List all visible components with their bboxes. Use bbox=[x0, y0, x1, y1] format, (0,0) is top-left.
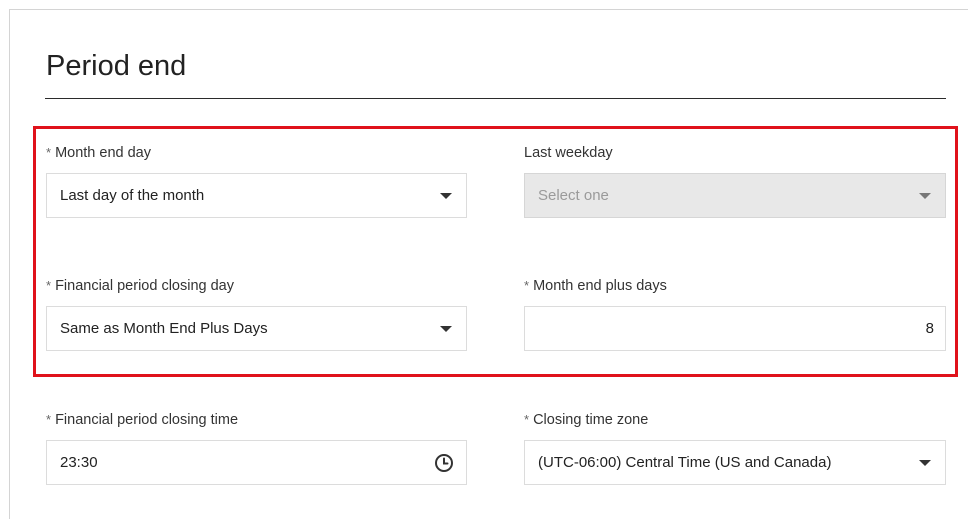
input-value: 8 bbox=[925, 320, 934, 337]
selected-value: Last day of the month bbox=[60, 187, 205, 204]
closing-day-label: * Financial period closing day bbox=[46, 278, 234, 294]
label-text: Month end day bbox=[55, 145, 151, 161]
month-end-day-label: * Month end day bbox=[46, 145, 151, 161]
required-marker: * bbox=[524, 412, 530, 427]
closing-time-label: * Financial period closing time bbox=[46, 412, 238, 428]
input-value: 23:30 bbox=[60, 454, 98, 471]
time-zone-label: * Closing time zone bbox=[524, 412, 648, 428]
required-marker: * bbox=[524, 278, 530, 293]
closing-time-input[interactable]: 23:30 bbox=[46, 440, 467, 485]
required-marker: * bbox=[46, 278, 52, 293]
page-title: Period end bbox=[46, 50, 187, 82]
title-divider bbox=[45, 98, 946, 99]
label-text: Month end plus days bbox=[533, 278, 667, 294]
closing-day-select[interactable]: Same as Month End Plus Days bbox=[46, 306, 467, 351]
chevron-down-icon[interactable] bbox=[919, 193, 931, 199]
time-zone-select[interactable]: (UTC-06:00) Central Time (US and Canada) bbox=[524, 440, 946, 485]
label-text: Financial period closing time bbox=[55, 412, 239, 428]
chevron-down-icon[interactable] bbox=[440, 326, 452, 332]
label-text: Financial period closing day bbox=[55, 278, 234, 294]
placeholder-value: Select one bbox=[538, 187, 609, 204]
plus-days-label: * Month end plus days bbox=[524, 278, 667, 294]
selected-value: (UTC-06:00) Central Time (US and Canada) bbox=[538, 454, 832, 471]
required-marker: * bbox=[46, 412, 52, 427]
chevron-down-icon[interactable] bbox=[440, 193, 452, 199]
required-marker: * bbox=[46, 145, 52, 160]
last-weekday-select[interactable]: Select one bbox=[524, 173, 946, 218]
clock-icon[interactable] bbox=[434, 453, 454, 473]
selected-value: Same as Month End Plus Days bbox=[60, 320, 268, 337]
chevron-down-icon[interactable] bbox=[919, 460, 931, 466]
label-text: Last weekday bbox=[524, 145, 613, 161]
month-end-day-select[interactable]: Last day of the month bbox=[46, 173, 467, 218]
label-text: Closing time zone bbox=[533, 412, 649, 428]
plus-days-input[interactable]: 8 bbox=[524, 306, 946, 351]
last-weekday-label: Last weekday bbox=[524, 145, 613, 161]
